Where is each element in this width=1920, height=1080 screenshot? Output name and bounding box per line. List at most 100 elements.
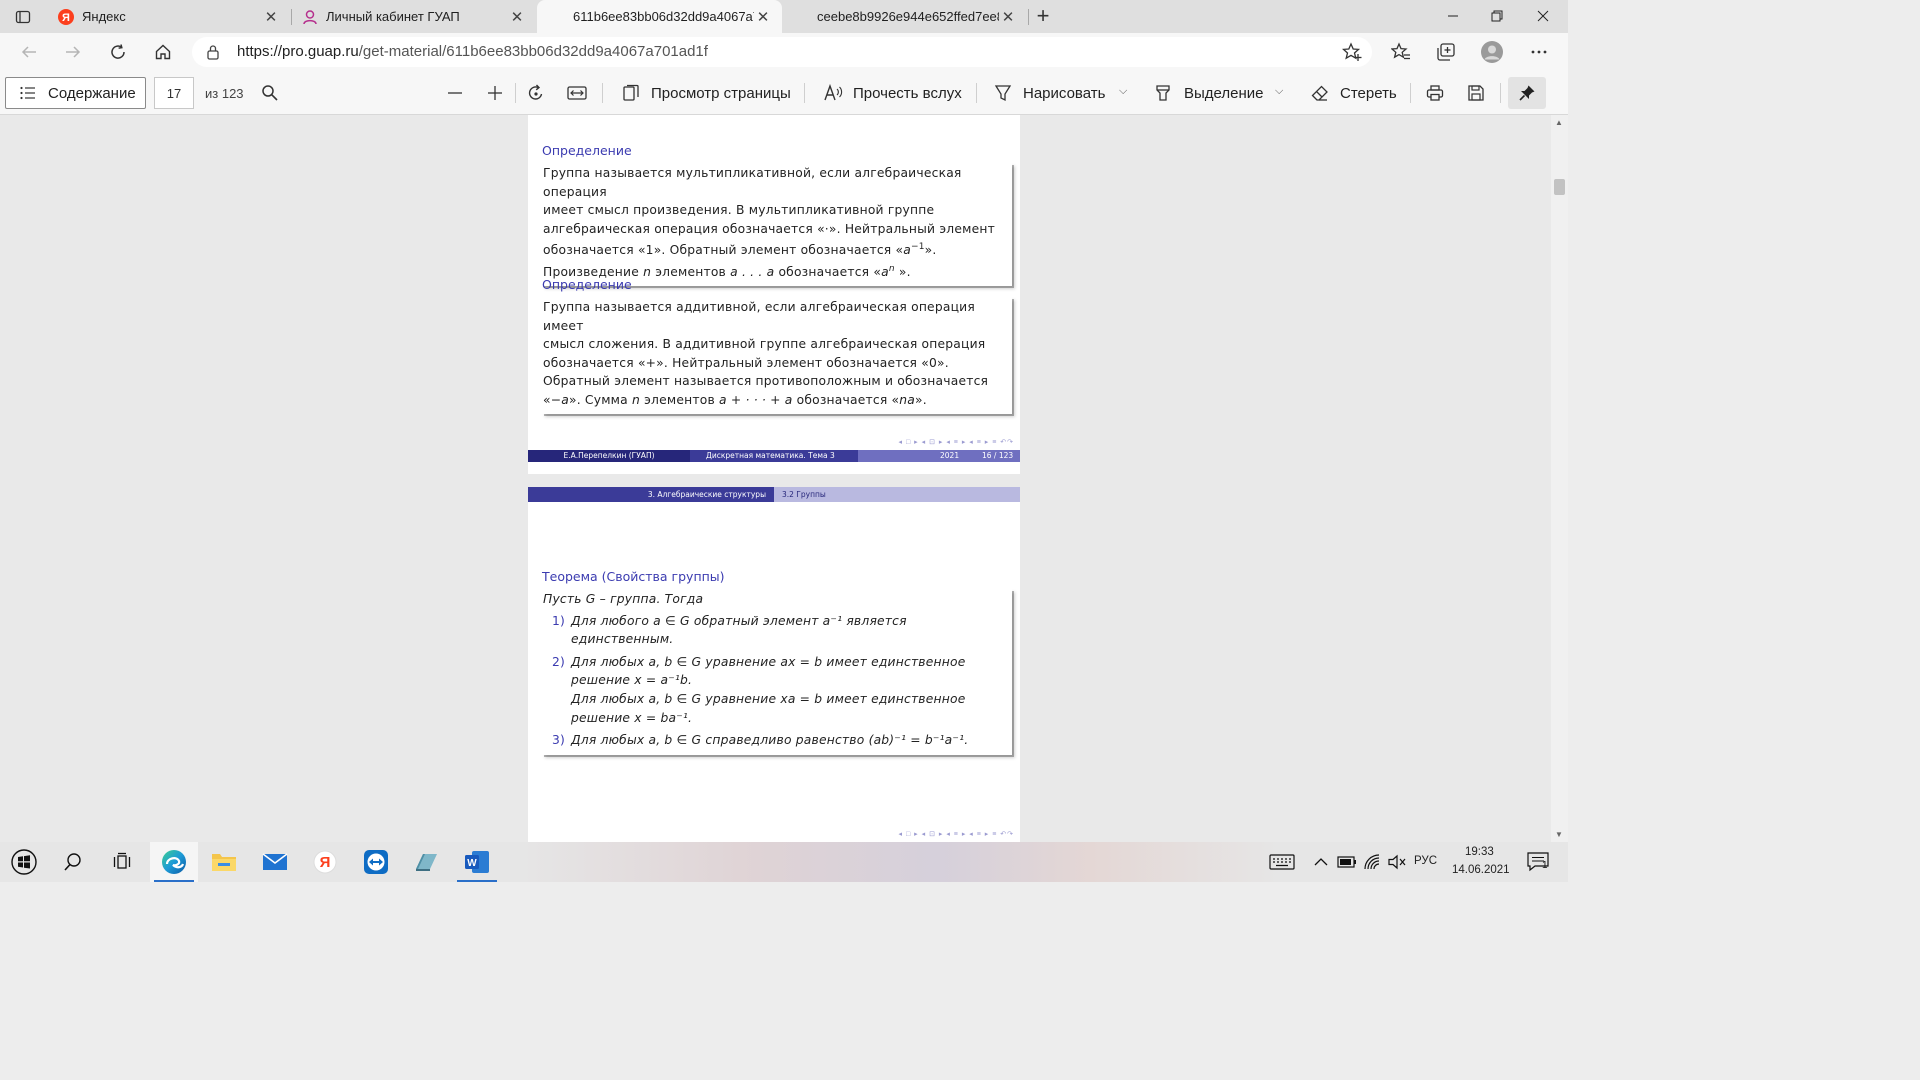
close-tab-icon[interactable]: ✕ — [999, 8, 1017, 26]
read-aloud-icon[interactable] — [824, 83, 844, 103]
highlight-button[interactable]: Выделение — [1184, 85, 1263, 102]
read-aloud-button[interactable]: Прочесть вслух — [853, 85, 962, 102]
tab-yandex[interactable]: Я Яндекс ✕ — [48, 0, 290, 33]
taskbar-teamviewer[interactable] — [352, 842, 400, 882]
print-button[interactable] — [1425, 83, 1445, 103]
taskbar-mail[interactable] — [251, 842, 299, 882]
windows-taskbar: Я W РУС 19:33 14.06.2021 1 — [0, 842, 1568, 882]
tray-volume[interactable] — [1384, 842, 1410, 882]
clock-date[interactable]: 14.06.2021 — [1452, 864, 1510, 876]
draw-chevron-down-icon[interactable]: ⌵ — [1119, 85, 1127, 98]
restore-icon — [1491, 10, 1503, 22]
search-button[interactable] — [260, 83, 280, 103]
tab-guap-cabinet[interactable]: Личный кабинет ГУАП ✕ — [292, 0, 536, 33]
start-button[interactable] — [0, 842, 48, 882]
footer-author: Е.А.Перепелкин (ГУАП) — [528, 450, 690, 462]
user-icon — [302, 9, 318, 25]
taskbar-search-button[interactable] — [49, 842, 97, 882]
toolbar-divider — [602, 83, 603, 103]
lock-icon[interactable] — [206, 44, 220, 65]
save-icon — [1468, 85, 1484, 101]
eraser-icon[interactable] — [1310, 83, 1330, 103]
text-line: смысл сложения. В аддитивной группе алге… — [543, 337, 986, 352]
taskbar-app-green[interactable] — [402, 842, 450, 882]
input-language[interactable]: РУС — [1414, 855, 1437, 867]
new-tab-button[interactable]: + — [1030, 4, 1056, 30]
favorites-icon — [1391, 42, 1410, 60]
taskbar-word[interactable]: W — [453, 842, 501, 882]
home-button[interactable] — [150, 39, 176, 65]
running-indicator — [457, 880, 497, 882]
draw-button[interactable]: Нарисовать — [1023, 85, 1105, 102]
search-icon — [64, 853, 81, 871]
action-center-button[interactable]: 1 — [1518, 842, 1558, 882]
pin-toolbar-button[interactable] — [1508, 77, 1546, 109]
tray-keyboard[interactable] — [1262, 842, 1302, 882]
back-button[interactable] — [16, 39, 42, 65]
scroll-up-icon[interactable]: ▲ — [1555, 118, 1563, 127]
close-window-button[interactable] — [1530, 4, 1556, 28]
tab-second-pdf[interactable]: ceebe8b9926e944e652ffed7ee8 ✕ — [783, 0, 1027, 33]
taskbar-yandex-browser[interactable]: Я — [301, 842, 349, 882]
refresh-button[interactable] — [105, 39, 131, 65]
add-favorite-icon[interactable] — [1341, 42, 1362, 67]
draw-icon[interactable] — [993, 83, 1013, 103]
minus-icon — [448, 92, 462, 94]
tab-actions-button[interactable] — [8, 6, 38, 28]
toolbar-divider — [1410, 83, 1411, 103]
app-icon — [416, 854, 437, 871]
settings-menu-button[interactable] — [1526, 39, 1552, 65]
save-button[interactable] — [1466, 83, 1486, 103]
close-tab-icon[interactable]: ✕ — [508, 8, 526, 26]
highlight-icon[interactable] — [1153, 83, 1173, 103]
forward-button[interactable] — [60, 39, 86, 65]
tab-current-pdf[interactable]: 611b6ee83bb06d32dd9a4067a7 ✕ — [537, 0, 782, 33]
minimize-button[interactable] — [1440, 4, 1466, 28]
pdf-viewport[interactable]: Определение Группа называется мультиплик… — [0, 115, 1568, 842]
tab-title: 611b6ee83bb06d32dd9a4067a7 — [573, 9, 754, 24]
erase-button[interactable]: Стереть — [1340, 85, 1397, 102]
block-body: Группа называется мультипликативной, есл… — [542, 163, 1012, 286]
collections-button[interactable] — [1433, 39, 1459, 65]
fit-width-button[interactable] — [567, 83, 587, 103]
definition-block-multiplicative: Определение Группа называется мультиплик… — [542, 143, 1012, 286]
close-tab-icon[interactable]: ✕ — [262, 8, 280, 26]
highlight-chevron-down-icon[interactable]: ⌵ — [1275, 85, 1283, 98]
beamer-navigation-symbols: ◂ □ ▸ ◂ ⊡ ▸ ◂ ≡ ▸ ◂ ≡ ▸ ≡ ↶↷ — [898, 439, 1014, 446]
taskbar-file-explorer[interactable] — [200, 842, 248, 882]
maximize-button[interactable] — [1484, 4, 1510, 28]
favorites-button[interactable] — [1388, 39, 1414, 65]
tray-battery[interactable] — [1334, 842, 1360, 882]
task-view-button[interactable] — [98, 842, 146, 882]
url-text: https://pro.guap.ru/get-material/611b6ee… — [237, 43, 708, 60]
task-view-icon — [113, 852, 131, 869]
profile-button[interactable] — [1479, 39, 1505, 65]
zoom-in-button[interactable] — [485, 83, 505, 103]
header-subsection: 3.2 Группы — [774, 487, 1020, 502]
keyboard-icon — [1269, 854, 1295, 870]
contents-button[interactable]: Содержание — [5, 77, 146, 109]
rotate-button[interactable] — [526, 83, 546, 103]
clock-time[interactable]: 19:33 — [1465, 846, 1494, 858]
footer-year: 2021 — [940, 451, 960, 460]
address-bar-row: https://pro.guap.ru/get-material/611b6ee… — [0, 33, 1568, 71]
vertical-scrollbar[interactable]: ▲ ▼ — [1551, 115, 1568, 842]
tray-show-hidden[interactable] — [1308, 842, 1334, 882]
block-title: Определение — [542, 277, 632, 292]
slide-footer: Е.А.Перепелкин (ГУАП) Дискретная математ… — [528, 450, 1020, 462]
taskbar-edge[interactable] — [150, 842, 198, 882]
page-number-input[interactable]: 17 — [154, 77, 194, 109]
page-view-icon[interactable] — [621, 83, 641, 103]
scroll-down-icon[interactable]: ▼ — [1555, 830, 1563, 839]
pin-icon — [1519, 85, 1535, 101]
plus-icon — [488, 86, 502, 100]
pdf-page-16: Определение Группа называется мультиплик… — [528, 115, 1020, 474]
home-icon — [155, 44, 171, 60]
zoom-out-button[interactable] — [445, 83, 465, 103]
tray-network[interactable] — [1360, 842, 1386, 882]
close-tab-icon[interactable]: ✕ — [754, 8, 772, 26]
scrollbar-thumb[interactable] — [1554, 179, 1565, 195]
address-field[interactable]: https://pro.guap.ru/get-material/611b6ee… — [192, 37, 1372, 67]
list-icon — [20, 86, 35, 100]
page-view-button[interactable]: Просмотр страницы — [651, 85, 791, 102]
